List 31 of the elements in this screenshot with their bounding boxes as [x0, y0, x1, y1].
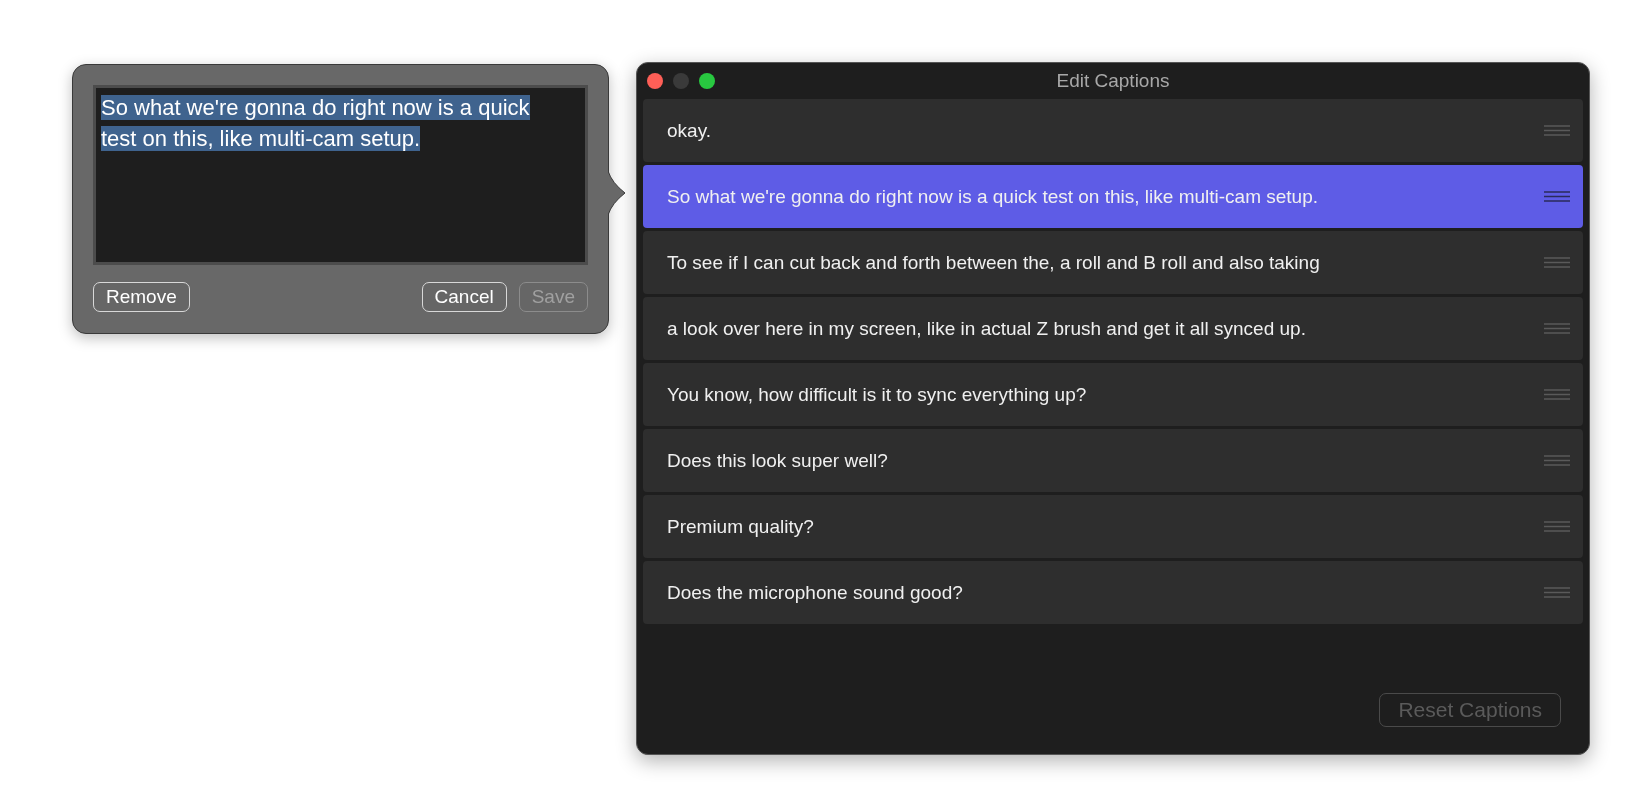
minimize-button[interactable] — [673, 73, 689, 89]
drag-handle-icon[interactable] — [1544, 257, 1570, 268]
drag-handle-icon[interactable] — [1544, 455, 1570, 466]
window-title: Edit Captions — [1056, 70, 1170, 92]
caption-text: To see if I can cut back and forth between the, a roll and B roll and also taking — [667, 251, 1321, 274]
caption-text: You know, how difficult is it to sync everything up? — [667, 383, 1088, 406]
caption-text: Premium quality? — [667, 515, 815, 538]
drag-handle-icon[interactable] — [1544, 323, 1570, 334]
caption-text-field[interactable]: So what we're gonna do right now is a quick test on this, like multi-cam setup. — [93, 85, 588, 265]
caption-row[interactable]: You know, how difficult is it to sync everything up? — [643, 363, 1583, 426]
caption-row[interactable]: To see if I can cut back and forth between the, a roll and B roll and also taking — [643, 231, 1583, 294]
drag-handle-icon[interactable] — [1544, 587, 1570, 598]
drag-handle-icon[interactable] — [1544, 389, 1570, 400]
caption-text: Does the microphone sound good? — [667, 581, 964, 604]
drag-handle-icon[interactable] — [1544, 521, 1570, 532]
caption-row[interactable]: Does the microphone sound good? — [643, 561, 1583, 624]
caption-text: So what we're gonna do right now is a quick test on this, like multi-cam setup. — [667, 185, 1319, 208]
caption-text: a look over here in my screen, like in actual Z brush and get it all synced up. — [667, 317, 1307, 340]
drag-handle-icon[interactable] — [1544, 125, 1570, 136]
caption-row[interactable]: So what we're gonna do right now is a quick test on this, like multi-cam setup. — [643, 165, 1583, 228]
caption-row[interactable]: okay. — [643, 99, 1583, 162]
remove-button[interactable]: Remove — [93, 282, 190, 312]
caption-text: Does this look super well? — [667, 449, 889, 472]
caption-text: okay. — [667, 119, 712, 142]
close-button[interactable] — [647, 73, 663, 89]
cancel-button[interactable]: Cancel — [421, 282, 507, 312]
caption-row[interactable]: Does this look super well? — [643, 429, 1583, 492]
zoom-button[interactable] — [699, 73, 715, 89]
caption-row[interactable]: a look over here in my screen, like in actual Z brush and get it all synced up. — [643, 297, 1583, 360]
caption-row[interactable]: Premium quality? — [643, 495, 1583, 558]
drag-handle-icon[interactable] — [1544, 191, 1570, 202]
